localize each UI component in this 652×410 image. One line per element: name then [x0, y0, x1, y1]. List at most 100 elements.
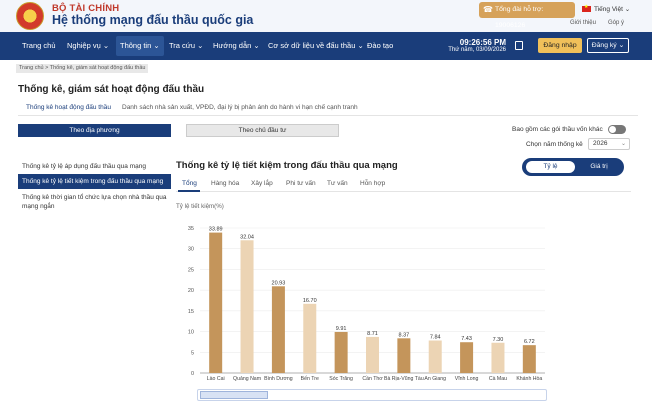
sidebar-item-savings-rate[interactable]: Thống kê tỷ lệ tiết kiệm trong đấu thầu … [18, 174, 171, 189]
bar-8 [460, 342, 474, 373]
nav-guide-label: Hướng dẫn [213, 41, 252, 50]
subtab-statistics[interactable]: Thống kê hoạt động đấu thầu [26, 104, 111, 111]
nav-home[interactable]: Trang chủ [22, 32, 56, 60]
breadcrumb[interactable]: Trang chủ > Thống kê, giám sát hoạt động… [16, 64, 149, 73]
bar-9 [491, 342, 505, 373]
include-other-funds-toggle[interactable] [608, 125, 626, 134]
x-tick-label-0: Lào Cai [207, 376, 225, 382]
tab-mixed[interactable]: Hỗn hợp [360, 180, 385, 187]
chevron-down-icon: ⌄ [153, 41, 160, 50]
register-label: Đăng ký [591, 42, 617, 49]
chevron-down-icon: ⌄ [102, 41, 110, 50]
x-tick-label-9: Cà Mau [489, 376, 507, 382]
value-label-3: 16.70 [303, 298, 317, 304]
nav-lookup[interactable]: Tra cứu ⌄ [169, 32, 203, 60]
language-selector[interactable]: Tiếng Việt ⌄ [582, 4, 631, 13]
metric-value-option[interactable]: Giá trị [577, 161, 621, 173]
tab-construction[interactable]: Xây lắp [251, 180, 273, 187]
y-tick-label-1: 5 [191, 350, 194, 356]
bar-10 [522, 345, 536, 373]
bar-6 [397, 338, 411, 373]
login-button[interactable]: Đăng nhập [538, 38, 582, 53]
x-tick-label-5: Cần Thơ [362, 376, 383, 382]
chart-scrollbar[interactable] [197, 389, 547, 401]
chevron-down-icon: ⌄ [197, 41, 204, 50]
bar-4 [334, 331, 348, 373]
x-tick-label-8: Vĩnh Long [455, 376, 479, 382]
language-label: Tiếng Việt [594, 6, 623, 13]
x-tick-label-7: An Giang [424, 376, 446, 382]
subtab-reported-list[interactable]: Danh sách nhà sản xuất, VPĐD, đại lý bị … [122, 104, 358, 111]
bar-3 [303, 303, 317, 373]
tab-non-consulting[interactable]: Phi tư vấn [286, 180, 316, 187]
savings-bar-chart: 0 5 10 15 20 25 30 35 33.89 Lào Cai 32.04 Quảng Nam… [188, 226, 545, 382]
y-tick-label-5: 25 [188, 267, 194, 273]
bar-1 [240, 240, 254, 373]
y-tick-label-7: 35 [188, 226, 194, 232]
nav-guide[interactable]: Hướng dẫn ⌄ [213, 32, 260, 60]
hotline-button[interactable]: ☎ Tổng đài hỗ trợ: 19006126 [479, 2, 575, 29]
by-investor-button[interactable]: Theo chủ đầu tư [186, 124, 339, 137]
chart-y-axis-label: Tỷ lệ tiết kiệm(%) [176, 203, 224, 210]
bar-7 [428, 340, 442, 373]
tab-consulting[interactable]: Tư vấn [327, 180, 348, 187]
bar-5 [366, 336, 379, 373]
x-tick-label-2: Bình Dương [264, 376, 293, 382]
nav-database-label: Cơ sở dữ liệu về đấu thầu [268, 41, 356, 50]
phone-icon: ☎ [483, 5, 493, 14]
tab-active-indicator [178, 190, 200, 192]
chevron-down-icon: ⌄ [618, 42, 625, 49]
value-label-5: 8.71 [367, 331, 378, 337]
x-tick-label-10: Khánh Hòa [516, 376, 542, 382]
chevron-down-icon: ⌄ [620, 141, 626, 147]
ministry-emblem-icon[interactable] [16, 2, 44, 30]
chevron-down-icon: ⌄ [253, 41, 260, 50]
x-tick-label-1: Quảng Nam [233, 376, 261, 382]
nav-information-label: Thông tin [120, 41, 152, 50]
nav-database[interactable]: Cơ sở dữ liệu về đấu thầu ⌄ [268, 32, 364, 60]
x-tick-label-3: Bến Tre [301, 376, 319, 382]
site-title[interactable]: Hệ thống mạng đấu thầu quốc gia [52, 13, 253, 27]
y-tick-label-6: 30 [188, 247, 194, 253]
sidebar-item-short-duration[interactable]: Thống kê thời gian tổ chức lựa chọn nhà … [18, 190, 171, 214]
include-other-funds-label: Bao gồm các gói thầu vốn khác [512, 126, 603, 133]
bar-0 [209, 232, 223, 373]
top-links: Giới thiệu Góp ý [570, 20, 636, 26]
nav-lookup-label: Tra cứu [169, 41, 195, 50]
by-province-button[interactable]: Theo địa phương [18, 124, 171, 137]
tab-goods[interactable]: Hàng hóa [211, 180, 239, 187]
y-tick-label-4: 20 [188, 288, 194, 294]
clock-time: 09:26:56 PM [459, 38, 506, 47]
feedback-link[interactable]: Góp ý [608, 20, 624, 26]
year-label: Chọn năm thống kê [526, 141, 583, 148]
about-link[interactable]: Giới thiệu [570, 20, 596, 26]
nav-information[interactable]: Thông tin ⌄ [116, 36, 164, 56]
nav-operations[interactable]: Nghiệp vụ ⌄ [67, 32, 109, 60]
main-nav: Trang chủ Nghiệp vụ ⌄ Thông tin ⌄ Tra cứ… [0, 32, 652, 60]
value-label-2: 20.93 [272, 280, 286, 286]
clock-date: Thứ năm, 03/09/2026 [448, 47, 506, 53]
bar-2 [271, 286, 285, 373]
site-header: BỘ TÀI CHÍNH Hệ thống mạng đấu thầu quốc… [0, 0, 652, 32]
year-select[interactable]: 2026 ⌄ [588, 138, 630, 150]
metric-toggle: Tỷ lệ Giá trị [522, 158, 624, 176]
vietnam-flag-icon [582, 4, 591, 13]
chevron-down-icon: ⌄ [624, 6, 631, 13]
tab-total[interactable]: Tổng [182, 180, 197, 187]
value-label-4: 9.91 [336, 326, 347, 332]
y-tick-label-3: 15 [188, 309, 194, 315]
value-label-1: 32.04 [240, 234, 254, 240]
y-tick-label-2: 10 [188, 330, 194, 336]
x-tick-label-6: Bà Rịa-Vũng Tàu [384, 376, 424, 382]
year-value: 2026 [593, 140, 608, 147]
chart-scrollbar-thumb[interactable] [200, 391, 268, 399]
subtab-bar: Thống kê hoạt động đấu thầu Danh sách nh… [18, 100, 638, 116]
value-label-6: 8.37 [399, 332, 410, 338]
register-button[interactable]: Đăng ký ⌄ [587, 38, 629, 53]
nav-training[interactable]: Đào tạo [367, 32, 393, 60]
metric-rate-option[interactable]: Tỷ lệ [526, 161, 575, 173]
book-icon[interactable] [515, 41, 523, 50]
value-label-8: 7.43 [461, 336, 472, 342]
sidebar-item-online-rate[interactable]: Thống kê tỷ lệ áp dụng đấu thầu qua mạng [18, 159, 171, 174]
x-tick-label-4: Sóc Trăng [329, 376, 353, 382]
